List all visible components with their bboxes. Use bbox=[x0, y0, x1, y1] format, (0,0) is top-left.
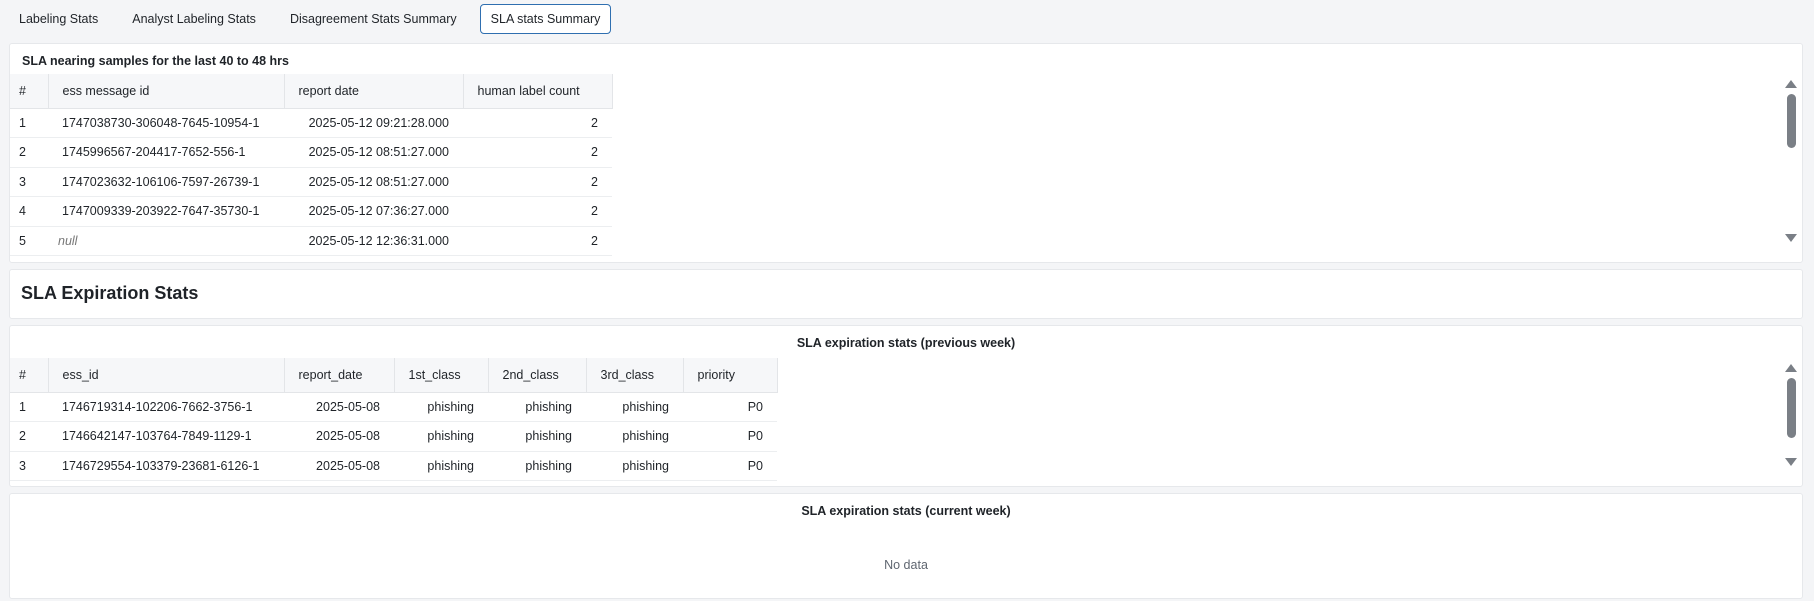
column-header-report-date[interactable]: report date bbox=[284, 74, 464, 109]
scrollbar-thumb[interactable] bbox=[1786, 378, 1796, 438]
sla-nearing-grid: # ess message id report date human label… bbox=[10, 74, 1802, 256]
row-index: 3 bbox=[10, 167, 48, 197]
ess-id-cell: 1746729554-103379-23681-6126-1 bbox=[48, 451, 284, 481]
table-row[interactable]: 1 1747038730-306048-7645-10954-1 2025-05… bbox=[10, 108, 612, 138]
sla-nearing-scrollbar[interactable] bbox=[1780, 80, 1802, 242]
third-class-cell: phishing bbox=[586, 451, 683, 481]
column-header-priority[interactable]: priority bbox=[683, 358, 778, 393]
priority-cell: P0 bbox=[683, 421, 777, 452]
sla-nearing-title: SLA nearing samples for the last 40 to 4… bbox=[22, 54, 289, 68]
table-row[interactable]: 2 1745996567-204417-7652-556-1 2025-05-1… bbox=[10, 137, 612, 168]
report-date-cell: 2025-05-12 08:51:27.000 bbox=[284, 137, 463, 168]
table-header-row: # ess_id report_date 1st_class 2nd_class… bbox=[10, 358, 778, 393]
row-index: 3 bbox=[10, 451, 48, 481]
ess-id-cell: 1746719314-102206-7662-3756-1 bbox=[48, 392, 284, 422]
tab-disagreement-stats-summary[interactable]: Disagreement Stats Summary bbox=[279, 4, 468, 34]
row-index: 1 bbox=[10, 392, 48, 422]
column-header-2nd-class[interactable]: 2nd_class bbox=[488, 358, 587, 393]
report-date-cell: 2025-05-08 bbox=[284, 392, 394, 422]
report-date-cell: 2025-05-12 09:21:28.000 bbox=[284, 108, 463, 138]
sla-current-week-card: SLA expiration stats (current week) No d… bbox=[9, 493, 1803, 599]
priority-cell: P0 bbox=[683, 451, 777, 481]
row-index: 5 bbox=[10, 226, 48, 256]
report-date-cell: 2025-05-12 08:51:27.000 bbox=[284, 167, 463, 197]
sla-previous-week-scrollbar[interactable] bbox=[1780, 364, 1802, 466]
first-class-cell: phishing bbox=[394, 421, 488, 452]
ess-message-id-cell: 1747023632-106106-7597-26739-1 bbox=[48, 167, 284, 197]
report-date-cell: 2025-05-12 07:36:27.000 bbox=[284, 196, 463, 227]
table-row[interactable]: 5 null 2025-05-12 12:36:31.000 2 bbox=[10, 226, 612, 256]
ess-message-id-cell: 1747038730-306048-7645-10954-1 bbox=[48, 108, 284, 138]
table-row[interactable]: 4 1747009339-203922-7647-35730-1 2025-05… bbox=[10, 196, 612, 227]
row-index: 2 bbox=[10, 137, 48, 168]
report-date-cell: 2025-05-08 bbox=[284, 421, 394, 452]
first-class-cell: phishing bbox=[394, 451, 488, 481]
human-label-count-cell: 2 bbox=[463, 196, 612, 227]
column-header-human-label-count[interactable]: human label count bbox=[463, 74, 613, 109]
human-label-count-cell: 2 bbox=[463, 108, 612, 138]
ess-id-cell: 1746642147-103764-7849-1129-1 bbox=[48, 421, 284, 452]
human-label-count-cell: 2 bbox=[463, 226, 612, 256]
sla-previous-week-grid: # ess_id report_date 1st_class 2nd_class… bbox=[10, 358, 1802, 481]
table-header-row: # ess message id report date human label… bbox=[10, 74, 613, 109]
section-title: SLA Expiration Stats bbox=[21, 283, 199, 303]
scrollbar-thumb[interactable] bbox=[1786, 94, 1796, 148]
report-date-cell: 2025-05-12 12:36:31.000 bbox=[284, 226, 463, 256]
column-header-1st-class[interactable]: 1st_class bbox=[394, 358, 489, 393]
table-row[interactable]: 3 1746729554-103379-23681-6126-1 2025-05… bbox=[10, 451, 777, 481]
row-index: 4 bbox=[10, 196, 48, 227]
third-class-cell: phishing bbox=[586, 421, 683, 452]
priority-cell: P0 bbox=[683, 392, 777, 422]
tab-bar: Labeling Stats Analyst Labeling Stats Di… bbox=[0, 0, 623, 38]
triangle-down-icon[interactable] bbox=[1785, 458, 1797, 466]
column-header-ess-message-id[interactable]: ess message id bbox=[48, 74, 285, 109]
table-row[interactable]: 1 1746719314-102206-7662-3756-1 2025-05-… bbox=[10, 392, 777, 422]
column-header-index[interactable]: # bbox=[10, 358, 49, 393]
column-header-report-date[interactable]: report_date bbox=[284, 358, 395, 393]
ess-message-id-cell: 1747009339-203922-7647-35730-1 bbox=[48, 196, 284, 227]
table-row[interactable]: 2 1746642147-103764-7849-1129-1 2025-05-… bbox=[10, 421, 777, 452]
report-date-cell: 2025-05-08 bbox=[284, 451, 394, 481]
third-class-cell: phishing bbox=[586, 392, 683, 422]
triangle-up-icon[interactable] bbox=[1785, 364, 1797, 372]
empty-state-text: No data bbox=[884, 558, 928, 572]
sla-current-week-title: SLA expiration stats (current week) bbox=[801, 504, 1011, 518]
first-class-cell: phishing bbox=[394, 392, 488, 422]
tab-labeling-stats[interactable]: Labeling Stats bbox=[8, 4, 109, 34]
triangle-down-icon[interactable] bbox=[1785, 234, 1797, 242]
column-header-3rd-class[interactable]: 3rd_class bbox=[586, 358, 684, 393]
human-label-count-cell: 2 bbox=[463, 137, 612, 168]
table-row[interactable]: 3 1747023632-106106-7597-26739-1 2025-05… bbox=[10, 167, 612, 197]
ess-message-id-cell: 1745996567-204417-7652-556-1 bbox=[48, 137, 284, 168]
second-class-cell: phishing bbox=[488, 421, 586, 452]
column-header-ess-id[interactable]: ess_id bbox=[48, 358, 285, 393]
tab-sla-stats-summary[interactable]: SLA stats Summary bbox=[479, 4, 612, 34]
sla-nearing-card: SLA nearing samples for the last 40 to 4… bbox=[9, 43, 1803, 263]
row-index: 2 bbox=[10, 421, 48, 452]
sla-expiration-heading-card: SLA Expiration Stats bbox=[9, 269, 1803, 319]
sla-previous-week-title: SLA expiration stats (previous week) bbox=[796, 336, 1016, 350]
triangle-up-icon[interactable] bbox=[1785, 80, 1797, 88]
ess-message-id-cell: null bbox=[48, 226, 284, 256]
second-class-cell: phishing bbox=[488, 451, 586, 481]
sla-nearing-table: # ess message id report date human label… bbox=[10, 74, 613, 256]
row-index: 1 bbox=[10, 108, 48, 138]
sla-previous-week-card: SLA expiration stats (previous week) # e… bbox=[9, 325, 1803, 487]
column-header-index[interactable]: # bbox=[10, 74, 49, 109]
human-label-count-cell: 2 bbox=[463, 167, 612, 197]
tab-analyst-labeling-stats[interactable]: Analyst Labeling Stats bbox=[121, 4, 267, 34]
sla-previous-week-table: # ess_id report_date 1st_class 2nd_class… bbox=[10, 358, 778, 481]
second-class-cell: phishing bbox=[488, 392, 586, 422]
